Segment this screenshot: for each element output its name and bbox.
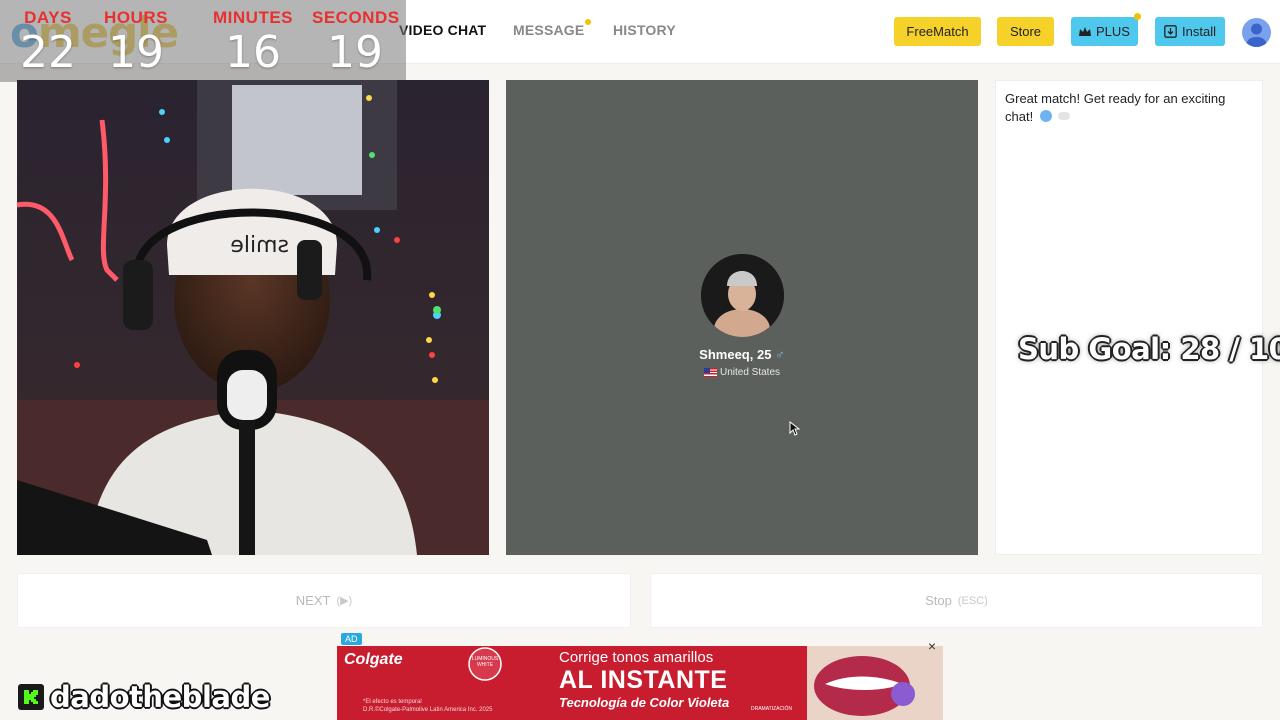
streamer-tag: dadotheblade (18, 680, 270, 714)
download-icon (1164, 25, 1177, 38)
ad-headline-1: Corrige tonos amarillos (559, 649, 714, 666)
tab-video-chat[interactable]: VIDEO CHAT (399, 22, 486, 38)
ad-badge: LUMINOUS WHITE (471, 656, 499, 668)
tab-video-chat-label: VIDEO CHAT (399, 22, 487, 38)
ad-close-icon[interactable]: × (925, 639, 939, 653)
ad-tag: AD (341, 633, 362, 645)
streamer-name: dadotheblade (50, 680, 270, 714)
next-hint: (▶) (336, 595, 353, 607)
minutes-label: MINUTES (213, 8, 293, 27)
partner-avatar[interactable] (701, 254, 784, 337)
ad-dramatization: DRAMATIZACIÓN (751, 706, 793, 712)
next-label: NEXT (295, 593, 331, 608)
us-flag-icon (703, 368, 717, 377)
tab-history-label: HISTORY (613, 22, 676, 38)
countdown-hours: HOURS 19 (100, 8, 172, 78)
plus-label: PLUS (1096, 24, 1130, 39)
globe-icon (1039, 110, 1052, 122)
chat-message-text: Great match! Get ready for an exciting c… (1005, 91, 1226, 124)
install-button[interactable]: Install (1155, 17, 1225, 46)
partner-country-text: United States (719, 367, 781, 378)
chat-panel: Great match! Get ready for an exciting c… (995, 80, 1263, 555)
partner-name-text: Shmeeq, 25 (699, 347, 772, 362)
stop-hint: (ESC) (957, 594, 988, 607)
store-label: Store (1009, 24, 1042, 39)
stop-label: Stop (925, 593, 952, 608)
countdown-days: DAYS 22 (14, 8, 82, 78)
tab-message[interactable]: MESSAGE (513, 19, 592, 38)
minutes-value: 16 (225, 27, 281, 78)
crown-icon (1079, 26, 1092, 36)
days-label: DAYS (24, 8, 72, 27)
install-label: Install (1182, 24, 1216, 39)
ad-headline-3: Tecnología de Color Violeta (559, 695, 730, 710)
freematch-button[interactable]: FreeMatch (894, 17, 981, 46)
ad-banner[interactable]: Colgate LUMINOUS WHITE *El efecto es tem… (337, 646, 943, 720)
seconds-value: 19 (327, 27, 383, 78)
user-avatar-icon[interactable] (1242, 18, 1271, 47)
countdown-minutes: MINUTES 16 (198, 8, 308, 78)
mouse-cursor-icon (789, 421, 800, 436)
partner-panel: Shmeeq, 25 ♂ United States (506, 80, 978, 555)
plus-button[interactable]: PLUS (1071, 13, 1141, 46)
tab-message-label: MESSAGE (513, 22, 585, 38)
partner-name: Shmeeq, 25 ♂ (506, 347, 978, 362)
sub-goal-overlay: Sub Goal: 28 / 100 (1018, 332, 1280, 366)
page: omegle VIDEO CHAT MESSAGE HISTORY FreeMa… (0, 0, 1280, 720)
tab-history[interactable]: HISTORY (613, 22, 676, 38)
freematch-label: FreeMatch (906, 24, 969, 39)
countdown-seconds: SECONDS 19 (312, 8, 400, 78)
hours-label: HOURS (104, 8, 168, 27)
male-symbol-icon: ♂ (775, 347, 785, 362)
webcam-image: smile (17, 80, 489, 555)
speech-bubble-icon (1058, 112, 1071, 120)
countdown-overlay: DAYS 22 HOURS 19 MINUTES 16 SECONDS 19 (0, 0, 406, 82)
ad-headline-2: AL INSTANTE (559, 666, 728, 694)
days-value: 22 (20, 27, 76, 78)
partner-country: United States (506, 367, 978, 378)
ad-fine-print: *El efecto es temporal D.R.©Colgate-Palm… (363, 699, 493, 713)
next-button[interactable]: NEXT (▶) (17, 573, 631, 628)
kick-logo-icon (18, 684, 44, 710)
seconds-label: SECONDS (312, 8, 400, 27)
store-button[interactable]: Store (997, 17, 1054, 46)
stop-button[interactable]: Stop (ESC) (650, 573, 1263, 628)
svg-text:smile: smile (230, 233, 289, 258)
plus-notification-dot (1134, 13, 1141, 20)
notification-dot (585, 19, 592, 25)
chat-message: Great match! Get ready for an exciting c… (1005, 90, 1253, 126)
hours-value: 19 (108, 27, 164, 78)
self-camera-feed: smile (17, 80, 489, 555)
ad-brand: Colgate (344, 651, 403, 668)
